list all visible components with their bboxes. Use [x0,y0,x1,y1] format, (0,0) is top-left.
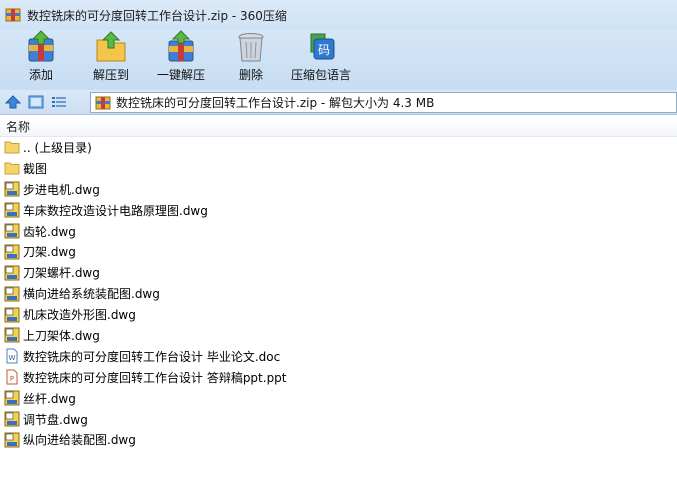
add-archive-icon [28,30,54,62]
file-name: 数控铣床的可分度回转工作台设计 毕业论文.doc [23,349,281,364]
svg-text:码: 码 [318,43,330,57]
file-name: 横向进给系统装配图.dwg [23,287,160,302]
toolbar: 添加 解压到 一键解压 删除 码 压缩包语言 [0,30,677,90]
file-name: 刀架螺杆.dwg [23,266,100,281]
file-name: 纵向进给装配图.dwg [23,433,136,448]
one-click-extract-button[interactable]: 一键解压 [146,30,216,90]
large-icon-view-icon [28,95,44,109]
file-name: 车床数控改造设计电路原理图.dwg [23,203,208,218]
file-name: 丝杆.dwg [23,391,76,406]
dwg-file-icon [4,265,20,281]
file-row[interactable]: 刀架螺杆.dwg [0,262,677,283]
list-view-button[interactable] [49,93,69,111]
address-bar: 数控铣床的可分度回转工作台设计.zip - 解包大小为 4.3 MB [0,90,677,115]
file-row[interactable]: W 数控铣床的可分度回转工作台设计 毕业论文.doc [0,346,677,367]
file-row[interactable]: 刀架.dwg [0,241,677,262]
delete-button-label: 删除 [238,68,263,82]
file-name: .. (上级目录) [23,140,92,155]
title-bar: 数控铣床的可分度回转工作台设计.zip - 360压缩 [0,0,677,30]
window-title: 数控铣床的可分度回转工作台设计.zip - 360压缩 [27,8,287,23]
file-name: 步进电机.dwg [23,182,100,197]
file-row[interactable]: 上刀架体.dwg [0,325,677,346]
archive-language-icon: 码 [310,33,335,60]
dwg-file-icon [4,432,20,448]
file-name: 上刀架体.dwg [23,328,100,343]
dwg-file-icon [4,390,20,406]
extract-to-button-label: 解压到 [92,68,129,82]
large-icon-view-button[interactable] [26,93,46,111]
file-row[interactable]: 纵向进给装配图.dwg [0,429,677,450]
doc-file-icon: W [6,348,18,364]
dwg-file-icon [4,223,20,239]
column-header-name[interactable]: 名称 [0,116,677,137]
file-name: 机床改造外形图.dwg [23,308,136,323]
dwg-file-icon [4,307,20,323]
file-row[interactable]: 丝杆.dwg [0,388,677,409]
file-row[interactable]: 横向进给系统装配图.dwg [0,283,677,304]
path-text: 数控铣床的可分度回转工作台设计.zip - 解包大小为 4.3 MB [116,96,435,110]
file-row[interactable]: 调节盘.dwg [0,409,677,430]
folder-icon [4,141,20,154]
ppt-file-icon: P [6,369,18,385]
up-button[interactable] [3,93,23,111]
extract-to-icon [96,31,126,62]
delete-button[interactable]: 删除 [216,30,286,90]
dwg-file-icon [4,181,20,197]
arrow-up-icon [5,95,21,109]
path-field[interactable]: 数控铣床的可分度回转工作台设计.zip - 解包大小为 4.3 MB [90,92,677,113]
zip-archive-icon [5,8,21,22]
file-name: 调节盘.dwg [23,412,88,427]
file-row[interactable]: 齿轮.dwg [0,221,677,242]
file-name: 截图 [23,161,48,176]
one-click-extract-button-label: 一键解压 [156,68,205,82]
archive-language-button-label: 压缩包语言 [290,68,351,82]
dwg-file-icon [4,244,20,260]
folder-icon [4,162,20,175]
dwg-file-icon [4,202,20,218]
file-row[interactable]: 截图 [0,158,677,179]
dwg-file-icon [4,411,20,427]
file-list: 名称 .. (上级目录) 截图步进电机.dwg 车床数控改造设计电路原理图.dwg 齿… [0,116,677,500]
trash-icon [238,33,264,62]
dwg-file-icon [4,327,20,343]
list-view-icon [52,97,66,107]
file-row[interactable]: P 数控铣床的可分度回转工作台设计 答辩稿ppt.ppt [0,367,677,388]
extract-to-button[interactable]: 解压到 [76,30,146,90]
file-row[interactable]: .. (上级目录) [0,137,677,158]
zip-archive-icon [95,96,111,109]
add-button-label: 添加 [28,68,53,82]
svg-text:W: W [9,354,16,362]
dwg-file-icon [4,286,20,302]
file-rows: .. (上级目录) 截图步进电机.dwg 车床数控改造设计电路原理图.dwg 齿轮.d… [0,137,677,450]
file-row[interactable]: 机床改造外形图.dwg [0,304,677,325]
svg-text:P: P [10,375,14,383]
archive-language-button[interactable]: 码 压缩包语言 [286,30,356,90]
file-name: 齿轮.dwg [23,224,76,239]
one-click-extract-icon [168,30,194,62]
file-name: 数控铣床的可分度回转工作台设计 答辩稿ppt.ppt [23,370,287,385]
add-button[interactable]: 添加 [6,30,76,90]
file-name: 刀架.dwg [23,245,76,260]
file-row[interactable]: 车床数控改造设计电路原理图.dwg [0,200,677,221]
file-row[interactable]: 步进电机.dwg [0,179,677,200]
